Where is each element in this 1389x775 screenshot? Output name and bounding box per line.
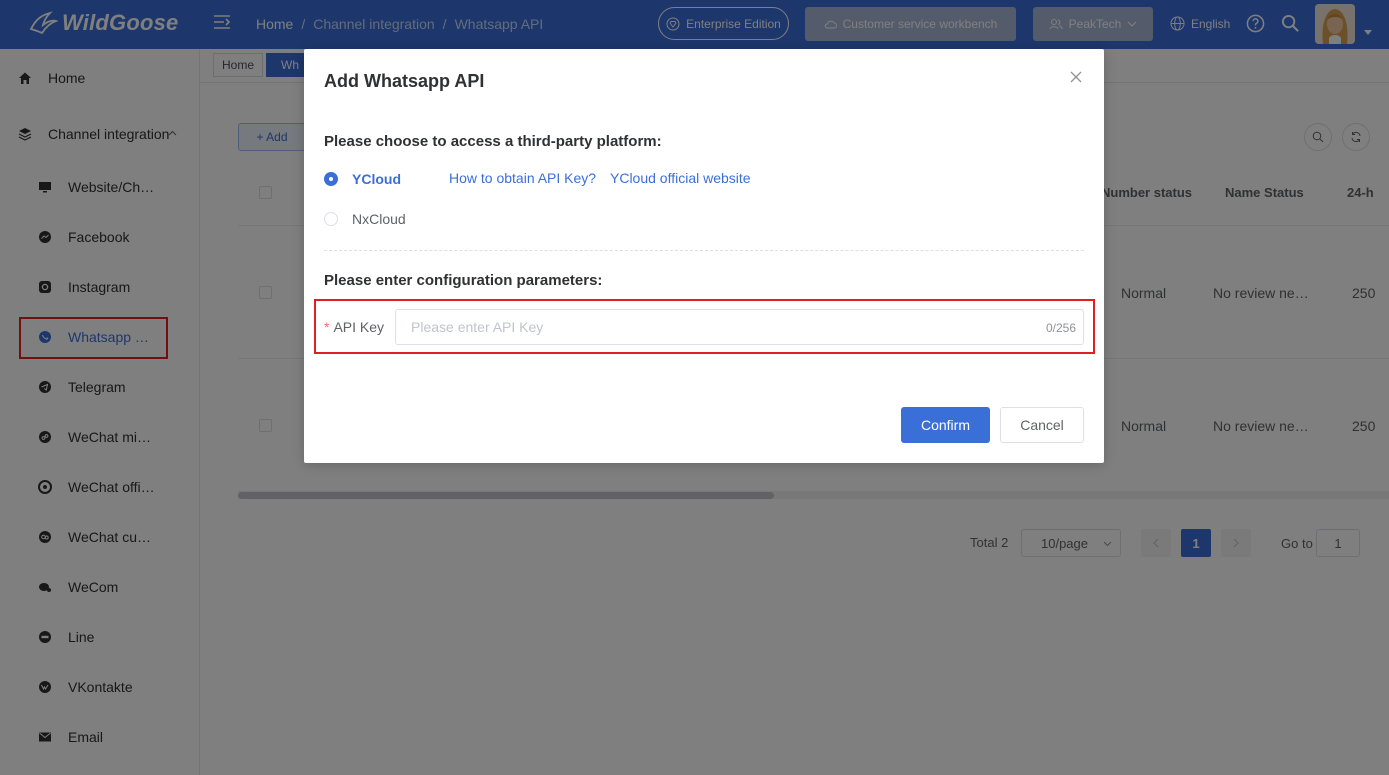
- cancel-button[interactable]: Cancel: [1000, 407, 1084, 443]
- radio-ycloud-label[interactable]: YCloud: [352, 171, 401, 187]
- config-prompt: Please enter configuration parameters:: [324, 272, 603, 289]
- add-whatsapp-api-dialog: Add Whatsapp API Please choose to access…: [304, 49, 1104, 463]
- radio-ycloud[interactable]: [324, 172, 338, 186]
- confirm-button[interactable]: Confirm: [901, 407, 990, 443]
- radio-nxcloud[interactable]: [324, 212, 338, 226]
- section-divider: [324, 250, 1084, 251]
- close-icon[interactable]: [1068, 69, 1084, 85]
- ycloud-official-website-link[interactable]: YCloud official website: [610, 170, 751, 186]
- api-key-label-text: API Key: [333, 319, 385, 335]
- platform-prompt: Please choose to access a third-party pl…: [324, 133, 662, 150]
- how-to-obtain-api-key-link[interactable]: How to obtain API Key?: [449, 170, 596, 186]
- api-key-char-counter: 0/256: [1046, 321, 1077, 335]
- dialog-title: Add Whatsapp API: [324, 71, 485, 91]
- required-mark: *: [324, 319, 330, 335]
- api-key-label: * API Key: [324, 319, 384, 335]
- api-key-input[interactable]: [395, 309, 1084, 345]
- radio-nxcloud-label[interactable]: NxCloud: [352, 211, 406, 227]
